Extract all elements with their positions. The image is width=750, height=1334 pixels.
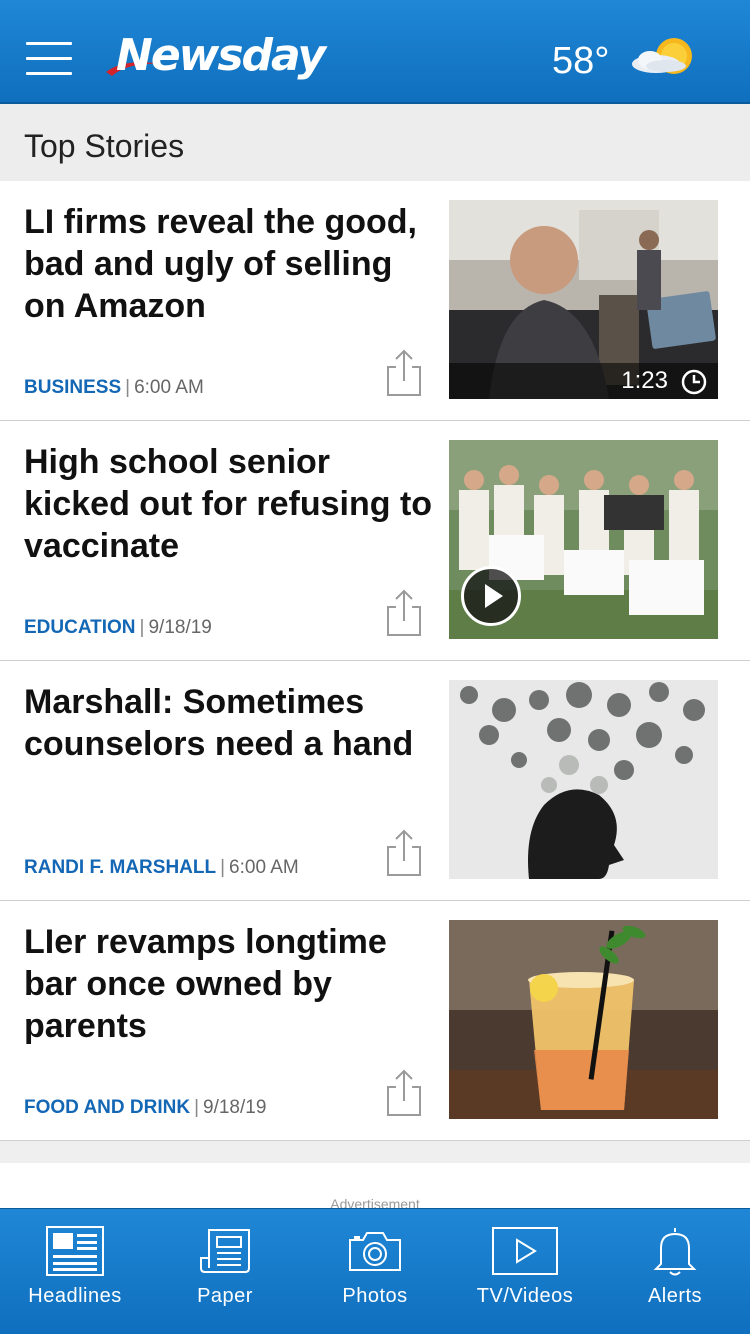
logo-text: Newsday [116, 30, 326, 81]
story-meta: FOOD AND DRINK | 9/18/19 [24, 1097, 266, 1119]
menu-icon[interactable] [26, 42, 72, 76]
section-title: Top Stories [24, 128, 185, 164]
story-category[interactable]: FOOD AND DRINK [24, 1097, 190, 1118]
story-item[interactable]: LI firms reveal the good, bad and ugly o… [0, 181, 750, 421]
story-meta: BUSINESS | 6:00 AM [24, 377, 204, 399]
story-thumbnail[interactable] [449, 440, 718, 639]
newsday-logo[interactable]: Newsday [104, 30, 384, 86]
tab-label: Photos [342, 1285, 408, 1307]
story-headline[interactable]: Marshall: Sometimes counselors need a ha… [24, 681, 434, 765]
crumpled-paper-head-image [449, 680, 718, 879]
play-video-button[interactable] [461, 566, 521, 626]
play-icon [485, 584, 503, 608]
camera-icon [349, 1232, 401, 1271]
section-header: Top Stories [0, 104, 750, 184]
headlines-icon [46, 1226, 104, 1276]
meta-separator: | [125, 377, 131, 398]
tab-label: TV/Videos [476, 1285, 574, 1307]
share-icon[interactable] [384, 829, 424, 877]
tab-alerts[interactable]: Alerts [600, 1209, 750, 1334]
story-thumbnail[interactable]: 1:23 [449, 200, 718, 399]
share-icon[interactable] [384, 589, 424, 637]
story-headline[interactable]: High school senior kicked out for refusi… [24, 441, 434, 567]
story-meta: RANDI F. MARSHALL | 6:00 AM [24, 857, 299, 879]
clock-icon [681, 369, 707, 395]
story-thumbnail[interactable] [449, 680, 718, 879]
section-divider [0, 1141, 750, 1163]
meta-separator: | [139, 617, 145, 638]
tab-label: Paper [197, 1285, 253, 1307]
video-duration-bar: 1:23 [449, 363, 718, 399]
tab-tv-videos[interactable]: TV/Videos [450, 1209, 600, 1334]
partly-sunny-icon[interactable] [628, 32, 706, 80]
share-icon[interactable] [384, 349, 424, 397]
play-icon [492, 1227, 558, 1275]
story-category[interactable]: EDUCATION [24, 617, 136, 638]
temperature[interactable]: 58° [552, 40, 609, 83]
share-icon[interactable] [384, 1069, 424, 1117]
tab-headlines[interactable]: Headlines [0, 1209, 150, 1334]
tab-paper[interactable]: Paper [150, 1209, 300, 1334]
meta-separator: | [220, 857, 226, 878]
story-time: 6:00 AM [229, 857, 299, 878]
bell-icon [653, 1228, 697, 1276]
video-duration: 1:23 [621, 367, 668, 394]
cocktail-photo-image [449, 920, 718, 1119]
story-time: 6:00 AM [134, 377, 204, 398]
tab-label: Headlines [28, 1285, 122, 1307]
bottom-tab-bar: Headlines Paper Photos TV/Videos Alerts [0, 1208, 750, 1334]
paper-icon [200, 1229, 250, 1273]
tab-label: Alerts [647, 1285, 703, 1307]
story-item[interactable]: LIer revamps longtime bar once owned by … [0, 901, 750, 1141]
tab-photos[interactable]: Photos [300, 1209, 450, 1334]
story-item[interactable]: Marshall: Sometimes counselors need a ha… [0, 661, 750, 901]
story-time: 9/18/19 [203, 1097, 267, 1118]
story-headline[interactable]: LIer revamps longtime bar once owned by … [24, 921, 434, 1047]
story-item[interactable]: High school senior kicked out for refusi… [0, 421, 750, 661]
story-time: 9/18/19 [148, 617, 212, 638]
meta-separator: | [194, 1097, 200, 1118]
story-category[interactable]: RANDI F. MARSHALL [24, 857, 216, 878]
story-meta: EDUCATION | 9/18/19 [24, 617, 212, 639]
app-header: Newsday 58° [0, 0, 750, 104]
story-thumbnail[interactable] [449, 920, 718, 1119]
story-headline[interactable]: LI firms reveal the good, bad and ugly o… [24, 201, 434, 327]
story-category[interactable]: BUSINESS [24, 377, 121, 398]
